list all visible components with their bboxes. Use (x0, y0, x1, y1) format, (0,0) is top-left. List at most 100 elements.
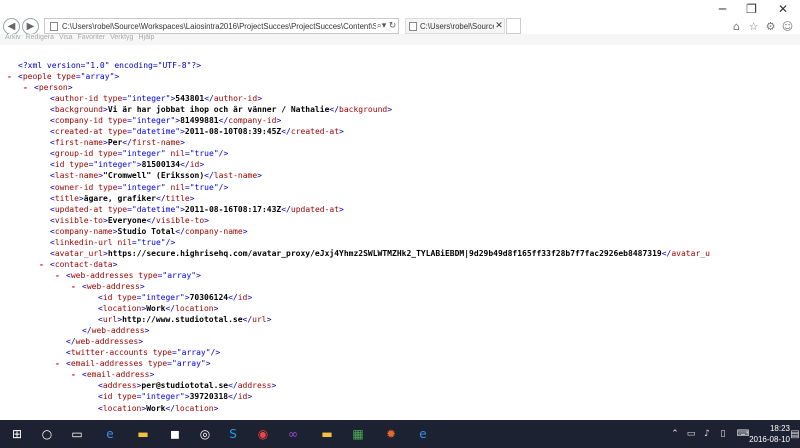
xml-tag-name: company-name (184, 226, 243, 236)
refresh-icon[interactable]: ↻ (387, 21, 398, 31)
xml-collapsible-line[interactable]: - <people type="array"> (7, 71, 119, 82)
xml-tag-name: linkedin-url (54, 237, 113, 247)
xml-bracket: "> (170, 116, 181, 126)
xml-attribute-value: integer (146, 392, 180, 402)
skype-icon[interactable]: S (224, 425, 242, 443)
xml-line: <owner-id type="integer" nil="true"/> (50, 182, 228, 193)
minimize-icon[interactable]: ─ (708, 0, 737, 18)
address-url[interactable]: C:\Users\robel\Source\Workspaces\Laiosin… (62, 22, 376, 31)
xml-tag-name: company-id (228, 116, 277, 126)
network-icon[interactable]: ▭ (684, 420, 698, 448)
collapse-toggle[interactable]: - (55, 358, 60, 369)
collapse-toggle[interactable]: - (39, 259, 44, 270)
search-dropdown-icon[interactable]: ⌕▾ (376, 21, 387, 31)
xml-text-value: Studio Total (117, 226, 176, 236)
xml-tag-name: author-id (54, 94, 99, 104)
clock[interactable]: 18:23 2016-08-10 (749, 423, 790, 445)
app-icon[interactable]: ✹ (382, 425, 400, 443)
restore-icon[interactable]: ❐ (737, 0, 766, 18)
address-bar[interactable]: C:\Users\robel\Source\Workspaces\Laiosin… (44, 18, 399, 34)
xml-tag-name: group-id (54, 149, 94, 159)
xml-bracket: > (199, 160, 205, 170)
xml-attribute-name: type (143, 359, 168, 369)
xml-bracket: =" (157, 270, 168, 280)
new-tab-button[interactable] (506, 18, 521, 34)
collapse-toggle[interactable]: - (71, 369, 76, 380)
collapse-toggle[interactable]: - (23, 82, 28, 93)
notification-icon[interactable]: ▤ (790, 420, 800, 448)
xml-tag-name: owner-id (54, 182, 94, 192)
back-button[interactable]: ◀ (3, 17, 20, 35)
internet-explorer-icon[interactable]: e (414, 425, 432, 443)
xml-bracket: "> (131, 160, 142, 170)
xml-bracket: > (67, 83, 73, 93)
page-icon (409, 21, 417, 31)
store-icon[interactable]: ◼ (166, 425, 184, 443)
search-icon[interactable]: ○ (38, 425, 56, 443)
visual-studio-icon[interactable]: ∞ (284, 425, 302, 443)
chrome-icon[interactable]: ◉ (254, 425, 272, 443)
xml-bracket: > (139, 281, 145, 291)
xml-tag-name: web-address (91, 326, 145, 336)
address-bar-row: ◀ ▶ C:\Users\robel\Source\Workspaces\Lai… (0, 17, 800, 35)
menu-item[interactable]: Redigera (26, 34, 54, 45)
menu-item[interactable]: Favoriter (77, 34, 105, 45)
forward-button[interactable]: ▶ (22, 17, 39, 35)
xml-attribute-name: nil (165, 149, 185, 159)
window-controls: ─ ❐ ✕ (708, 0, 800, 18)
tab-active[interactable]: C:\Users\robel\Source\Works... ✕ (405, 18, 505, 34)
xml-collapsible-line[interactable]: - <web-address> (71, 281, 145, 292)
tab-title: C:\Users\robel\Source\Works... (420, 21, 494, 31)
xml-collapsible-line[interactable]: - <web-addresses type="array"> (55, 270, 201, 281)
xml-tag-name: first-name (54, 138, 103, 148)
menu-item[interactable]: Visa (59, 34, 73, 45)
xml-collapsible-line[interactable]: - <person> (23, 82, 73, 93)
xml-line: <id type="integer">81500134</id> (50, 159, 204, 170)
xml-tag-name: background (339, 105, 388, 115)
xml-tag-name: url (252, 315, 267, 325)
xml-attribute-name: type (103, 127, 128, 137)
keyboard-icon[interactable]: ⌨ (736, 420, 750, 448)
photos-icon[interactable]: ◎ (196, 425, 214, 443)
gear-icon[interactable]: ⚙ (762, 20, 779, 33)
tab-close-icon[interactable]: ✕ (494, 21, 504, 31)
xml-line: <twitter-accounts type="array"/> (66, 347, 220, 358)
menu-item[interactable]: Hjälp (138, 34, 154, 45)
xml-collapsible-line[interactable]: - <contact-data> (39, 259, 118, 270)
windows-start-icon[interactable]: ⊞ (8, 425, 26, 443)
menu-item[interactable]: Arkiv (5, 34, 21, 45)
file-explorer-icon[interactable]: ▬ (134, 425, 152, 443)
xml-bracket: > (112, 259, 118, 269)
folder-icon[interactable]: ▬ (318, 425, 336, 443)
xml-tag-name: web-address (86, 281, 140, 291)
xml-attribute-value: integer (98, 160, 132, 170)
task-view-icon[interactable]: ▭ (68, 425, 86, 443)
tray-chevron-icon[interactable]: ⌃ (668, 420, 682, 448)
xml-line: <group-id type="integer" nil="true"/> (50, 148, 228, 159)
xml-tag-name: id (189, 160, 200, 170)
collapse-toggle[interactable]: - (7, 71, 12, 82)
xml-line: <linkedin-url nil="true"/> (50, 237, 175, 248)
xml-bracket: </ (180, 160, 190, 170)
xml-tag-name: id (237, 392, 248, 402)
xml-attribute-value: true (194, 149, 214, 159)
xml-bracket: > (387, 105, 393, 115)
edge-icon[interactable]: e (101, 425, 119, 443)
menu-item[interactable]: Verktyg (110, 34, 133, 45)
app-icon[interactable]: ▦ (349, 425, 367, 443)
xml-bracket: > (213, 304, 219, 314)
xml-tag-name: title (54, 193, 79, 203)
battery-icon[interactable]: ▯ (716, 420, 730, 448)
collapse-toggle[interactable]: - (55, 270, 60, 281)
xml-collapsible-line[interactable]: - <email-address> (71, 369, 154, 380)
home-icon[interactable]: ⌂ (728, 20, 745, 33)
xml-collapsible-line[interactable]: - <email-addresses type="array"> (55, 358, 211, 369)
favorites-star-icon[interactable]: ☆ (745, 20, 762, 33)
xml-tag-name: avatar_url (54, 248, 103, 258)
xml-bracket: > (266, 315, 272, 325)
menu-bar: Arkiv Redigera Visa Favoriter Verktyg Hj… (0, 34, 800, 45)
volume-icon[interactable]: ♪ (700, 420, 714, 448)
close-icon[interactable]: ✕ (766, 0, 800, 18)
smiley-icon[interactable]: ☺ (779, 20, 796, 33)
collapse-toggle[interactable]: - (71, 281, 76, 292)
